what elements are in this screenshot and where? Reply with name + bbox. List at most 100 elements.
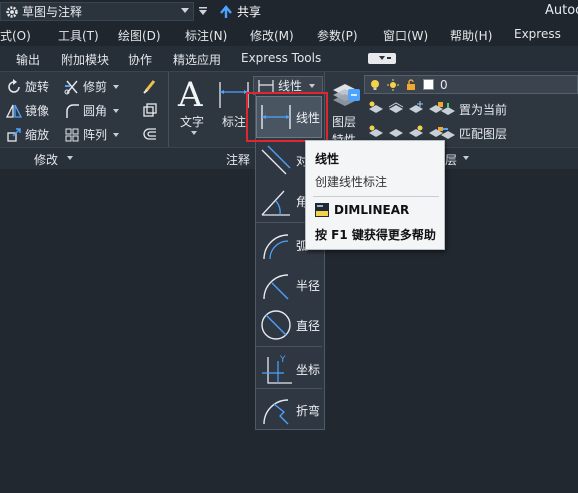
app-title: Autoc [545,3,578,18]
tab-featured-apps[interactable]: 精选应用 [173,51,221,68]
aligned-dim-icon [261,145,291,175]
erase-icon[interactable] [142,78,158,94]
layer-states-icon[interactable] [345,86,363,104]
layer-off-icon[interactable] [368,100,384,116]
share-label: 共享 [237,5,262,19]
offset-icon[interactable] [142,126,158,142]
chevron-down-icon[interactable] [191,131,197,135]
menu-dimension[interactable]: 标注(N) [185,27,227,44]
tab-addins[interactable]: 附加模块 [61,51,109,68]
chevron-down-icon [309,83,316,88]
ordinate-dim-icon: Y [262,355,292,384]
quick-access-dropdown-icon[interactable] [198,6,208,16]
layer-unisolate-icon[interactable] [388,124,404,140]
tab-express-tools[interactable]: Express Tools [241,51,321,65]
match-layer-button[interactable]: 匹配图层 [440,125,507,142]
modify-panel-title[interactable]: 修改 [34,151,58,168]
command-line-icon [315,203,329,217]
command-tooltip: 线性 创建线性标注 DIMLINEAR 按 F1 键获得更多帮助 [305,140,445,250]
menu-format[interactable]: 式(O) [0,27,31,44]
chevron-down-icon[interactable] [67,156,73,160]
set-current-button[interactable]: 置为当前 [440,101,507,118]
layers-panel-title[interactable]: 层 [445,151,457,168]
gallery-item-diameter[interactable]: 直径 [255,304,325,346]
highlight-box [246,92,328,142]
tab-collaborate[interactable]: 协作 [128,51,152,68]
gallery-item-label: 直径 [296,318,321,333]
arc-length-dim-icon [263,234,289,260]
tooltip-command: DIMLINEAR [334,203,410,217]
mirror-button[interactable]: 镜像 [6,102,49,119]
tab-output[interactable]: 输出 [16,51,40,68]
rotate-label: 旋转 [25,80,50,94]
trim-label: 修剪 [83,80,108,94]
text-icon[interactable]: A [178,78,203,112]
current-layer-name: 0 [440,77,448,92]
annotation-panel-title[interactable]: 注释 [226,151,250,168]
fillet-icon [66,103,79,118]
gear-icon [6,5,18,18]
radius-dim-icon [263,274,289,300]
menu-tools[interactable]: 工具(T) [58,27,99,44]
set-current-layer-icon [441,102,455,115]
chevron-down-icon[interactable] [463,156,469,160]
tooltip-description: 创建线性标注 [315,175,388,189]
gallery-item-label: 半径 [296,278,321,293]
menu-window[interactable]: 窗口(W) [383,27,428,44]
linear-dim-icon [258,79,274,92]
layer-isolate-icon[interactable] [388,100,404,116]
mirror-label: 镜像 [25,104,50,118]
layer-color-swatch [423,79,434,90]
tooltip-title: 线性 [315,152,340,166]
chevron-down-icon[interactable] [113,84,120,89]
gallery-item-label: 坐标 [296,362,321,377]
trim-button[interactable]: 修剪 [64,78,120,95]
layer-tools-row-2 [368,124,444,140]
minimize-ribbon-icon [379,56,391,60]
sun-icon [387,78,399,91]
copy-icon[interactable] [142,102,158,118]
layer-dropdown[interactable]: 0 [364,75,578,94]
menu-modify[interactable]: 修改(M) [250,27,294,44]
layer-thaw-icon[interactable] [408,124,424,140]
scale-icon [7,127,21,142]
gallery-item-ordinate[interactable]: Y 坐标 [255,348,325,390]
layer-tools-row-1 [368,100,444,116]
menu-draw[interactable]: 绘图(D) [118,27,161,44]
share-button[interactable]: 共享 [218,3,261,20]
scale-button[interactable]: 缩放 [6,126,49,143]
menu-bar: 式(O) 工具(T) 绘图(D) 标注(N) 修改(M) 参数(P) 窗口(W)… [0,24,578,46]
layer-on-icon[interactable] [368,124,384,140]
array-button[interactable]: 阵列 [64,126,120,143]
text-button-label[interactable]: 文字 [180,113,204,130]
unlock-icon [407,78,415,90]
dimension-button-label[interactable]: 标注 [222,113,246,130]
fillet-button[interactable]: 圆角 [64,102,120,119]
bulb-icon [371,79,379,90]
menu-express[interactable]: Express [514,27,561,41]
autocad-window: 草图与注释 共享 Autoc 式(O) 工具(T) 绘图(D) 标注(N) 修改… [0,0,578,493]
match-layer-label: 匹配图层 [459,127,508,141]
fillet-label: 圆角 [83,104,108,118]
array-icon [65,128,79,141]
mirror-icon [6,104,22,118]
jogged-dim-icon [263,399,289,425]
menu-parametric[interactable]: 参数(P) [317,27,358,44]
gallery-item-radius[interactable]: 半径 [255,264,325,306]
menu-help[interactable]: 帮助(H) [450,27,492,44]
ribbon-minimize-button[interactable] [368,53,396,64]
rotate-button[interactable]: 旋转 [6,78,49,95]
chevron-down-icon[interactable] [113,132,120,137]
layer-freeze-icon[interactable] [408,100,424,116]
ribbon-tabs: 输出 附加模块 协作 精选应用 Express Tools [0,46,578,71]
array-label: 阵列 [83,128,108,142]
layer-properties-label[interactable]: 图层 [332,113,356,130]
gallery-item-jogged[interactable]: 折弯 [255,389,325,431]
svg-text:Y: Y [279,355,286,365]
rotate-icon [8,78,20,93]
gallery-item-label: 折弯 [296,403,321,418]
workspace-selector[interactable]: 草图与注释 [0,2,194,21]
share-icon [220,4,232,18]
chevron-down-icon[interactable] [113,108,120,113]
tooltip-divider [313,196,439,197]
